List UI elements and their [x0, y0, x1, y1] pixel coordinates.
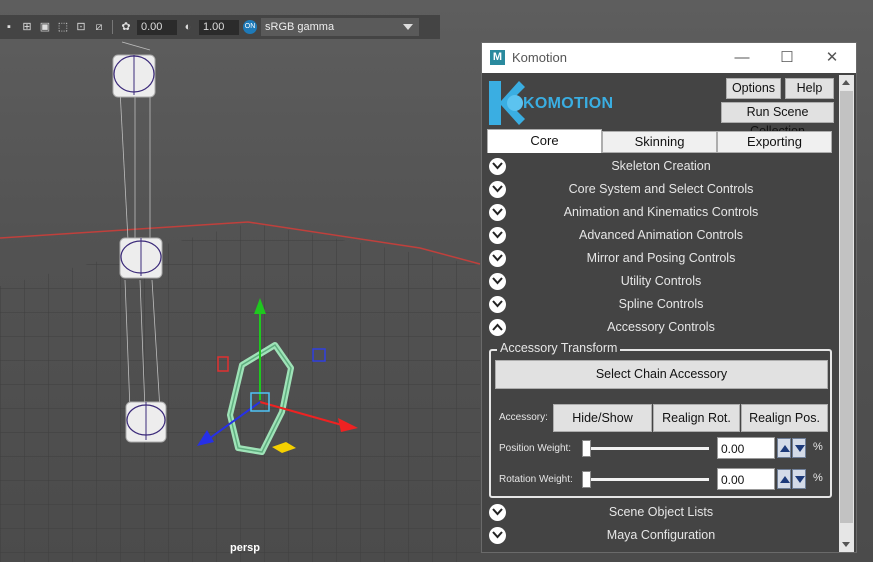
hide-show-button[interactable]: Hide/Show [553, 404, 652, 432]
percent-symbol: % [813, 472, 823, 484]
position-weight-label: Position Weight: [499, 443, 572, 454]
realign-rot-button[interactable]: Realign Rot. [653, 404, 740, 432]
rotation-weight-up-button[interactable] [777, 469, 791, 489]
accessory-transform-group: Accessory Transform Select Chain Accesso… [489, 341, 832, 498]
section-animation-kinematics[interactable]: Animation and Kinematics Controls [486, 202, 836, 224]
position-weight-field[interactable]: 0.00 [717, 437, 775, 459]
viewport-toolbar: ▪ ⊞ ▣ ⬚ ⊡ ⧄ ✿ 0.00 ◐ 1.00 ON sRGB gamma [0, 15, 440, 39]
colorspace-label: sRGB gamma [265, 21, 335, 33]
options-button[interactable]: Options [726, 78, 781, 99]
chevron-down-icon [403, 24, 413, 30]
maximize-button[interactable]: ☐ [765, 43, 809, 73]
image-plane-icon[interactable]: ▪ [2, 20, 16, 34]
maya-app-icon: M [490, 50, 505, 65]
section-label: Utility Controls [620, 274, 702, 288]
group-title: Accessory Transform [497, 341, 621, 355]
accessory-label: Accessory: [499, 412, 548, 423]
komotion-panel: KOMOTION Options Help Run Scene Collecti… [482, 73, 840, 552]
komotion-logo: KOMOTION [489, 79, 613, 127]
section-label: Advanced Animation Controls [579, 228, 743, 242]
run-scene-collection-button[interactable]: Run Scene Collection [721, 102, 834, 138]
section-mirror-posing[interactable]: Mirror and Posing Controls [486, 248, 836, 270]
grid-icon[interactable]: ⊞ [20, 20, 34, 34]
color-management-toggle[interactable]: ON [243, 20, 257, 34]
window-titlebar[interactable]: M Komotion — ☐ ✕ [482, 43, 856, 73]
section-skeleton-creation[interactable]: Skeleton Creation [486, 156, 836, 178]
camera-attributes-icon[interactable]: ▣ [38, 20, 52, 34]
scroll-up-icon[interactable] [842, 80, 850, 85]
tab-core[interactable]: Core [487, 129, 602, 153]
rotation-weight-label: Rotation Weight: [499, 474, 573, 485]
position-weight-slider[interactable] [582, 447, 709, 450]
scrollbar-thumb[interactable] [840, 91, 853, 523]
section-label: Core System and Select Controls [568, 182, 754, 196]
position-weight-up-button[interactable] [777, 438, 791, 458]
tab-skinning[interactable]: Skinning [602, 131, 717, 153]
select-icon[interactable]: ⬚ [56, 20, 70, 34]
gamma-field[interactable]: 1.00 [199, 19, 239, 35]
section-utility-controls[interactable]: Utility Controls [486, 271, 836, 293]
realign-pos-button[interactable]: Realign Pos. [741, 404, 828, 432]
rotation-weight-down-button[interactable] [792, 469, 806, 489]
position-weight-down-button[interactable] [792, 438, 806, 458]
help-button[interactable]: Help [785, 78, 834, 99]
toolbar-divider [112, 20, 113, 34]
transform-icon[interactable]: ⊡ [74, 20, 88, 34]
section-label: Scene Object Lists [608, 505, 714, 519]
section-label: Spline Controls [618, 297, 704, 311]
komotion-window: M Komotion — ☐ ✕ KOMOTION Options Help R… [481, 42, 857, 553]
select-chain-accessory-button[interactable]: Select Chain Accessory [495, 360, 828, 389]
section-label: Maya Configuration [606, 528, 716, 542]
section-label: Animation and Kinematics Controls [563, 205, 759, 219]
minimize-button[interactable]: — [720, 43, 764, 73]
section-scene-object-lists[interactable]: Scene Object Lists [486, 502, 836, 524]
section-label: Mirror and Posing Controls [586, 251, 736, 265]
joint-cube-bottom[interactable] [125, 401, 167, 443]
window-title: Komotion [512, 50, 567, 65]
section-spline-controls[interactable]: Spline Controls [486, 294, 836, 316]
tab-exporting[interactable]: Exporting [717, 131, 832, 153]
exposure-icon[interactable]: ✿ [119, 20, 133, 34]
close-button[interactable]: ✕ [810, 43, 854, 73]
logo-text: KOMOTION [523, 95, 614, 112]
camera-label: persp [230, 542, 260, 554]
section-accessory-controls[interactable]: Accessory Controls [486, 317, 836, 339]
vertical-scrollbar[interactable] [839, 75, 854, 552]
gamma-icon[interactable]: ◐ [181, 20, 195, 34]
section-label: Skeleton Creation [611, 159, 711, 173]
joint-cube-middle[interactable] [119, 237, 163, 279]
section-label: Accessory Controls [607, 320, 715, 334]
scroll-down-icon[interactable] [842, 542, 850, 547]
percent-symbol: % [813, 441, 823, 453]
joint-cube-top[interactable] [112, 54, 156, 98]
rotation-weight-field[interactable]: 0.00 [717, 468, 775, 490]
rotation-weight-slider-handle[interactable] [582, 471, 591, 488]
rotation-weight-slider[interactable] [582, 478, 709, 481]
ground-grid [0, 223, 480, 562]
komotion-k-logo-icon [489, 81, 525, 125]
colorspace-dropdown[interactable]: sRGB gamma [261, 18, 419, 36]
position-weight-slider-handle[interactable] [582, 440, 591, 457]
section-advanced-animation[interactable]: Advanced Animation Controls [486, 225, 836, 247]
section-core-system[interactable]: Core System and Select Controls [486, 179, 836, 201]
resolution-gate-icon[interactable]: ⧄ [92, 20, 106, 34]
section-maya-configuration[interactable]: Maya Configuration [486, 525, 836, 547]
exposure-field[interactable]: 0.00 [137, 19, 177, 35]
